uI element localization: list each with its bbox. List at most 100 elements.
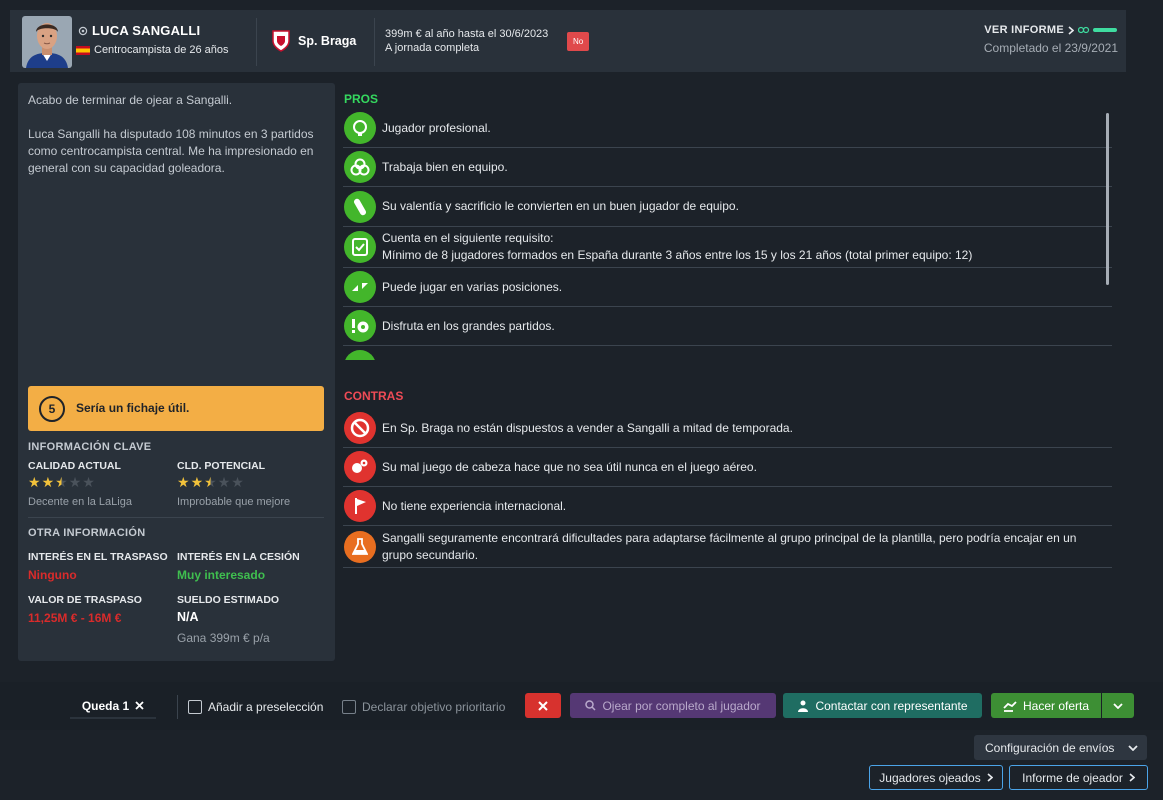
scout-fully-label[interactable]: Ojear por completo al jugador <box>602 699 760 713</box>
scout-knowledge-icon <box>1078 26 1117 34</box>
heading-icon <box>344 451 376 483</box>
send-config-dropdown[interactable]: Configuración de envíos <box>974 735 1147 760</box>
send-config-label[interactable]: Configuración de envíos <box>985 741 1114 755</box>
transfer-value: 11,25M € - 16M € <box>28 611 122 625</box>
scout-report-label[interactable]: Informe de ojeador <box>1022 771 1123 785</box>
contact-agent-label[interactable]: Contactar con representante <box>815 699 967 713</box>
report-info: VER INFORME Completado el 23/9/2021 <box>984 24 1118 55</box>
contract-info: 399m € al año hasta el 30/6/2023 A jorna… <box>385 27 548 55</box>
divider <box>177 695 178 719</box>
pros-item-text: Disfruta en los grandes partidos. <box>382 318 555 333</box>
cons-item-text: Sangalli seguramente encontrará dificult… <box>382 530 1077 562</box>
brain-icon <box>344 112 376 144</box>
agent-icon <box>798 700 809 712</box>
cons-title: CONTRAS <box>344 389 404 403</box>
pros-item-text: Trabaja bien en equipo. <box>382 159 508 174</box>
scouted-players-button[interactable]: Jugadores ojeados <box>869 765 1003 790</box>
chevron-down-icon <box>1113 702 1123 709</box>
priority-target-button[interactable]: Declarar objetivo prioritario <box>342 694 520 719</box>
flask-icon <box>344 530 376 563</box>
pros-item-clipped <box>343 346 1112 360</box>
scout-report-button[interactable]: Informe de ojeador <box>1009 765 1148 790</box>
contract-line-1: 399m € al año hasta el 30/6/2023 <box>385 28 549 40</box>
list-item-icon <box>344 350 376 360</box>
cons-item: Sangalli seguramente encontrará dificult… <box>343 526 1112 568</box>
star-icon: ★ <box>55 474 68 490</box>
summary-paragraph: Acabo de terminar de ojear a Sangalli. <box>28 93 233 107</box>
view-report-link[interactable]: VER INFORME <box>984 24 1118 36</box>
add-to-shortlist-button[interactable]: Añadir a preselección <box>188 694 333 719</box>
star-icon: ★ <box>231 474 244 490</box>
star-icon: ★ <box>41 474 55 490</box>
club-crest-icon[interactable] <box>272 30 290 52</box>
chevron-right-icon <box>987 773 993 782</box>
star-icon: ★ <box>190 474 204 490</box>
potential-ability-stars: ★ ★ ★ ★ ★ <box>177 475 244 489</box>
offer-options-dropdown[interactable] <box>1102 693 1134 718</box>
report-completed-date: Completado el 23/9/2021 <box>983 41 1118 55</box>
shortlist-checkbox[interactable] <box>188 699 202 714</box>
make-offer-button[interactable]: Hacer oferta <box>991 693 1101 718</box>
current-ability-label: CALIDAD ACTUAL <box>28 460 121 472</box>
no-entry-icon <box>344 412 376 444</box>
player-subtitle-row: Centrocampista de 26 años <box>76 44 229 56</box>
contact-agent-button[interactable]: Contactar con representante <box>783 693 982 718</box>
divider <box>256 18 257 66</box>
pros-title: PROS <box>344 92 379 106</box>
bandage-icon <box>344 190 376 223</box>
star-icon: ★ <box>204 474 217 490</box>
cons-item-text: En Sp. Braga no están dispuestos a vende… <box>382 420 793 435</box>
remaining-label: Queda 1 <box>81 698 130 713</box>
remaining-scout-button[interactable]: Queda 1 <box>70 694 156 719</box>
requirement-title: Cuenta en el siguiente requisito: <box>382 231 554 245</box>
player-name-row[interactable]: LUCA SANGALLI <box>78 23 200 38</box>
contract-line-2: A jornada completa <box>385 42 480 54</box>
transfer-interest-value: Ninguno <box>28 568 77 582</box>
divider <box>28 517 324 518</box>
club-info[interactable]: Sp. Braga <box>272 30 356 52</box>
shortlist-label[interactable]: Añadir a preselección <box>208 700 323 714</box>
wage-label: SUELDO ESTIMADO <box>177 594 280 606</box>
positions-icon <box>344 271 376 303</box>
chevron-right-icon <box>1068 25 1074 35</box>
handshake-icon <box>1003 700 1017 712</box>
star-icon: ★ <box>28 474 41 490</box>
pros-item: Disfruta en los grandes partidos. <box>343 307 1112 346</box>
current-ability-stars: ★ ★ ★ ★ ★ <box>28 475 95 489</box>
player-name[interactable]: LUCA SANGALLI <box>92 23 200 38</box>
priority-checkbox[interactable] <box>342 699 356 714</box>
contract-status-badge: No <box>567 32 590 51</box>
other-info-title: OTRA INFORMACIÓN <box>28 527 146 539</box>
cons-item-text: No tiene experiencia internacional. <box>382 498 567 513</box>
scout-fully-button[interactable]: Ojear por completo al jugador <box>570 693 776 718</box>
player-header: LUCA SANGALLI Centrocampista de 26 años … <box>10 10 1126 72</box>
cons-item: Su mal juego de cabeza hace que no sea ú… <box>343 448 1112 487</box>
flag-icon <box>344 490 376 522</box>
player-subtitle: Centrocampista de 26 años <box>94 44 229 56</box>
pros-item-text: Su valentía y sacrificio le convierten e… <box>382 199 739 213</box>
club-name[interactable]: Sp. Braga <box>298 34 356 48</box>
chevron-down-icon <box>1128 744 1139 751</box>
pros-item: Puede jugar en varias posiciones. <box>343 268 1112 307</box>
potential-ability-note: Improbable que mejore <box>177 496 291 508</box>
pros-scrollbar[interactable] <box>1106 113 1109 285</box>
priority-label[interactable]: Declarar objetivo prioritario <box>362 700 505 714</box>
player-avatar <box>22 16 72 68</box>
star-icon: ★ <box>82 474 95 490</box>
view-report-label[interactable]: VER INFORME <box>984 24 1064 36</box>
make-offer-label[interactable]: Hacer oferta <box>1023 699 1089 713</box>
current-ability-note: Decente en la LaLiga <box>28 496 132 508</box>
pros-item-text: Jugador profesional. <box>382 120 491 135</box>
team-rings-icon <box>344 151 376 183</box>
transfer-interest-label: INTERÉS EN EL TRASPASO <box>28 551 168 563</box>
recommendation-score: 5 <box>39 396 65 422</box>
close-icon[interactable] <box>135 701 144 710</box>
cancel-scouting-button[interactable] <box>525 693 561 718</box>
star-icon: ★ <box>217 474 231 490</box>
requirement-detail: Mínimo de 8 jugadores formados en España… <box>382 248 973 262</box>
pros-item-text: Puede jugar en varias posiciones. <box>382 279 563 294</box>
summary-text: Acabo de terminar de ojear a Sangalli. L… <box>28 92 328 194</box>
star-icon: ★ <box>68 474 82 490</box>
scouted-players-label[interactable]: Jugadores ojeados <box>879 771 980 785</box>
pros-item: Su valentía y sacrificio le convierten e… <box>343 187 1112 227</box>
